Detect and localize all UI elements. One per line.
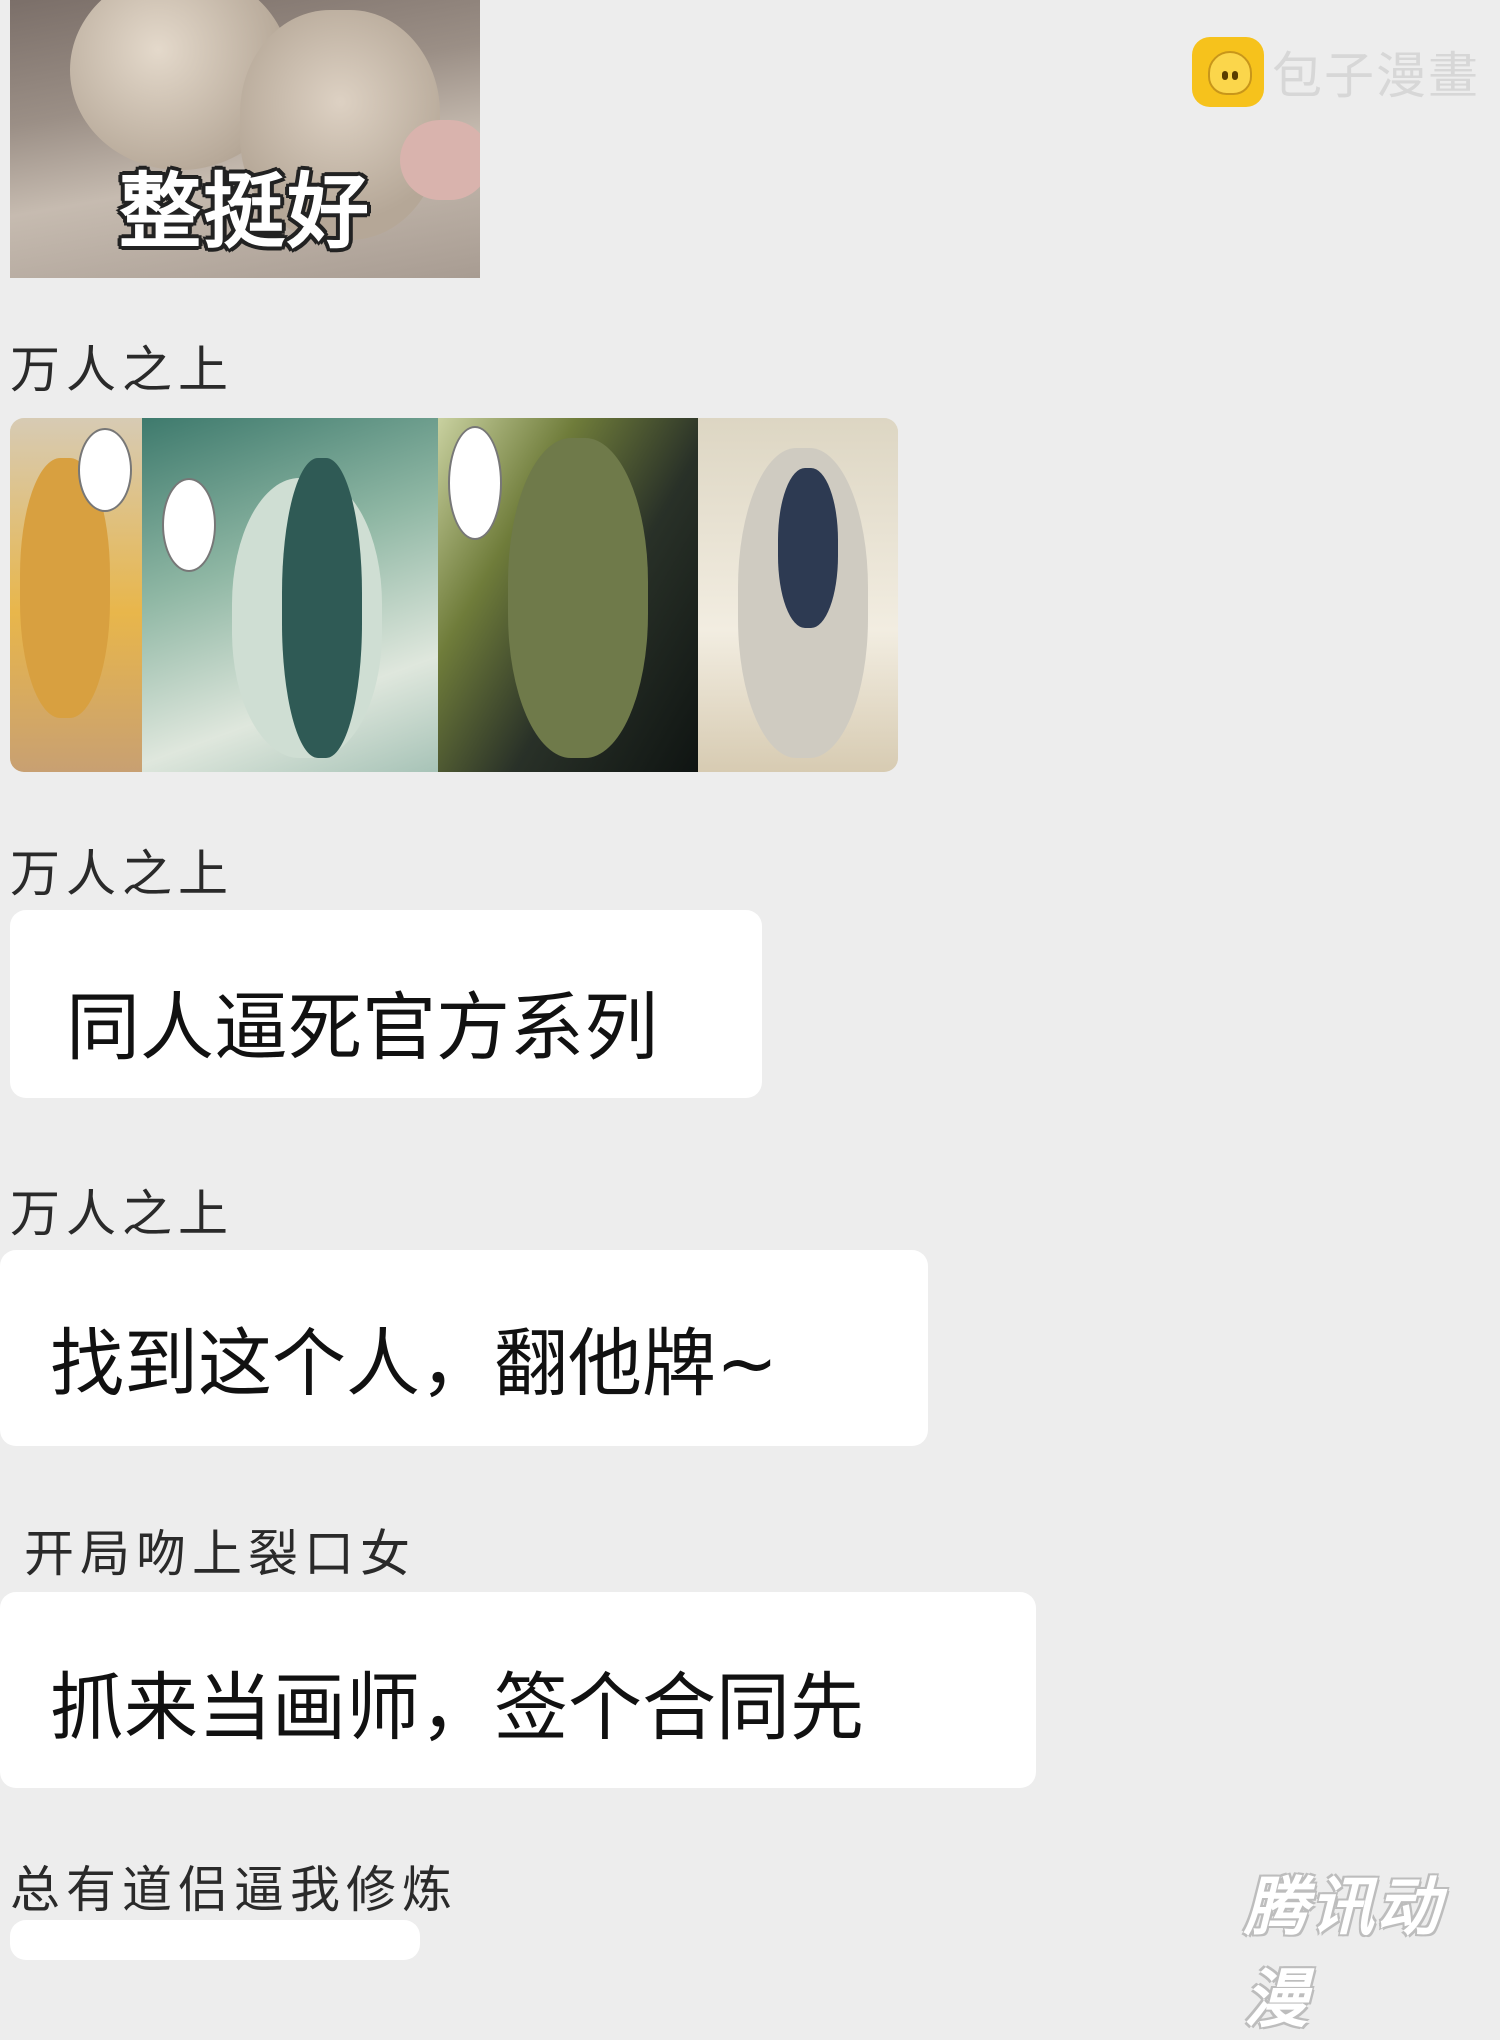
manga-panel bbox=[142, 418, 438, 772]
baozi-watermark: 包子漫畫 bbox=[1192, 36, 1480, 108]
chat-bubble[interactable]: 抓来当画师，签个合同先 bbox=[0, 1592, 1036, 1788]
chat-bubble-partial[interactable] bbox=[10, 1920, 420, 1960]
manga-panel bbox=[10, 418, 142, 772]
watermark-text: 包子漫畫 bbox=[1272, 47, 1480, 105]
sender-name: 万人之上 bbox=[10, 845, 234, 903]
manga-panel bbox=[698, 418, 898, 772]
sticker-caption: 整挺好 bbox=[118, 165, 371, 260]
fanart-image-message[interactable] bbox=[10, 418, 898, 772]
sender-name: 万人之上 bbox=[10, 341, 234, 399]
manga-panel bbox=[438, 418, 698, 772]
sender-name: 开局吻上裂口女 bbox=[24, 1525, 416, 1583]
sender-name: 万人之上 bbox=[10, 1185, 234, 1243]
message-text: 抓来当画师，签个合同先 bbox=[50, 1665, 864, 1751]
message-text: 找到这个人，翻他牌~ bbox=[50, 1321, 779, 1407]
tencent-comic-watermark: 腾讯动漫 bbox=[1244, 1871, 1442, 2037]
baozi-bun-icon bbox=[1192, 37, 1264, 107]
sticker-image[interactable]: 整挺好 bbox=[10, 0, 480, 278]
sender-name: 总有道侣逼我修炼 bbox=[10, 1861, 458, 1919]
chat-bubble[interactable]: 同人逼死官方系列 bbox=[10, 910, 762, 1098]
message-text: 同人逼死官方系列 bbox=[66, 985, 658, 1071]
chat-bubble[interactable]: 找到这个人，翻他牌~ bbox=[0, 1250, 928, 1446]
